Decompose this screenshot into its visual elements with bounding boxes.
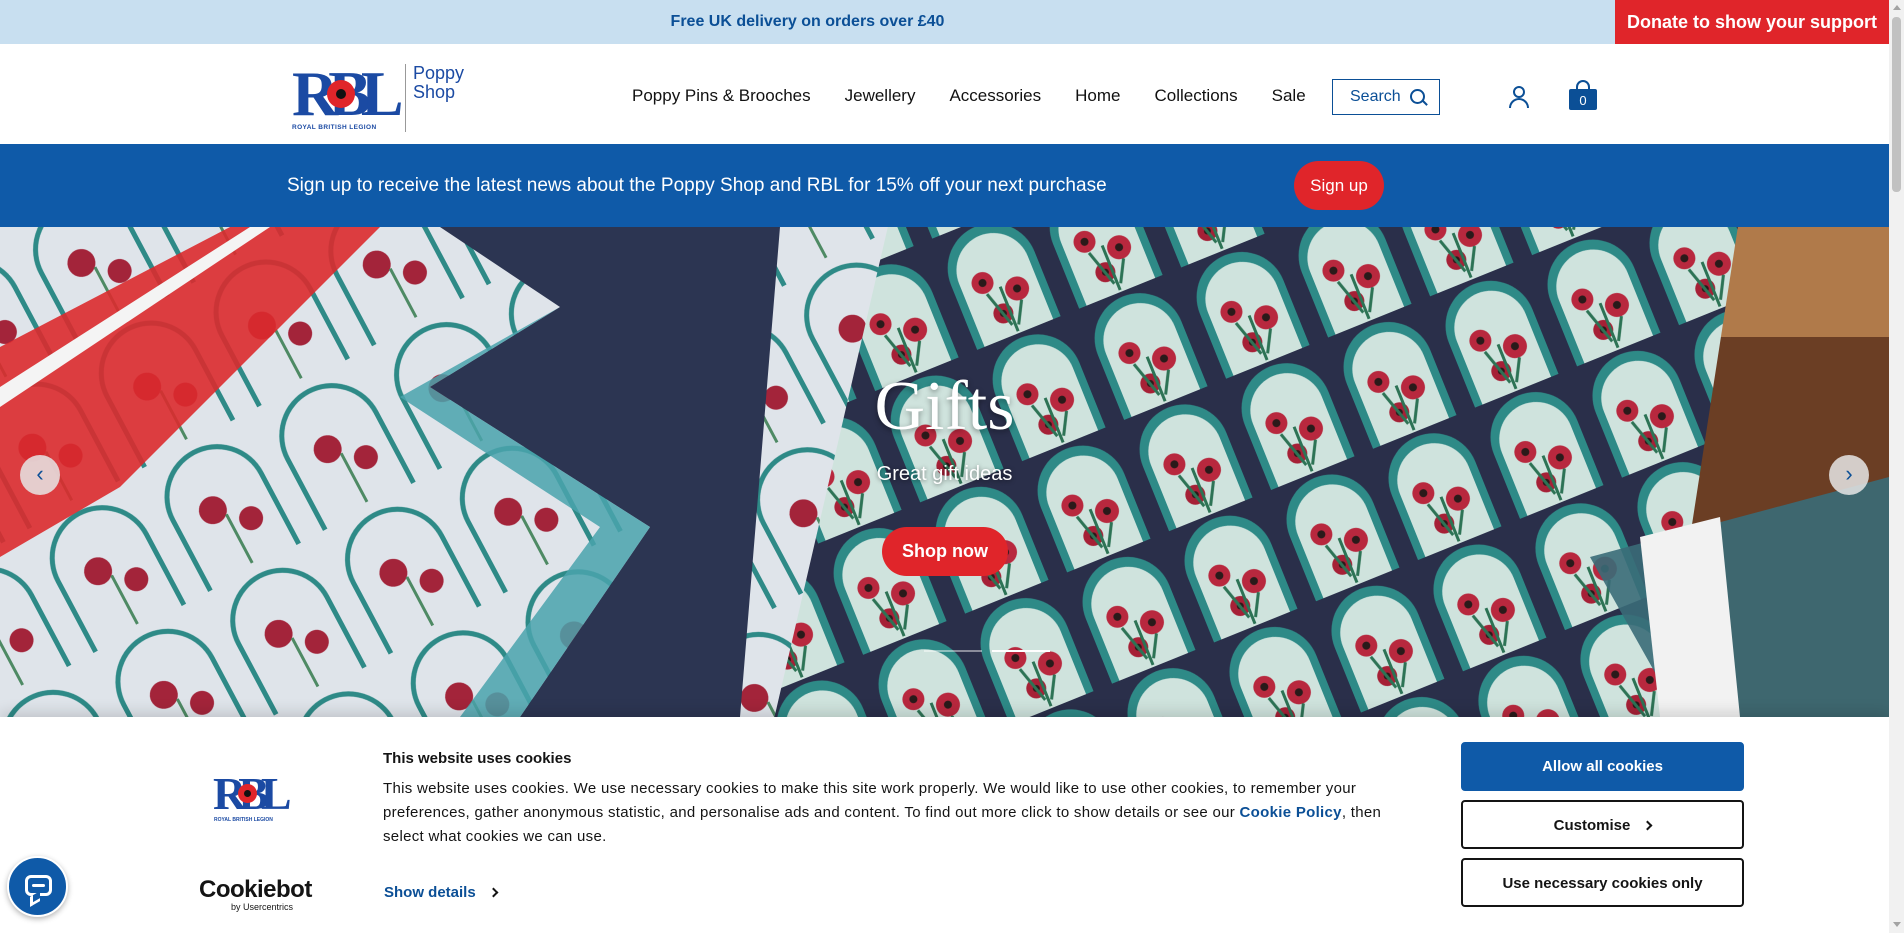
shop-name: Poppy Shop [413,63,465,102]
rbl-cookie-logo: RBL ROYAL BRITISH LEGION [213,771,292,825]
hero-subtitle: Great gift ideas [876,463,1013,485]
carousel-indicators [924,650,1050,652]
site-header: RBL ROYAL BRITISH LEGION Poppy Shop Popp… [0,44,1889,144]
shopping-bag-icon[interactable]: 0 [1569,80,1597,110]
nav-collections[interactable]: Collections [1154,86,1237,106]
carousel-dot-1[interactable] [924,650,982,652]
search-button[interactable]: Search [1332,79,1440,115]
carousel-dot-2[interactable] [992,650,1050,652]
necessary-cookies-only-button[interactable]: Use necessary cookies only [1461,858,1744,907]
cookiebot-logo: Cookiebot by Usercentrics [199,876,312,913]
top-promo-bar: Free UK delivery on orders over £40 Dona… [0,0,1889,44]
hero-title: Gifts [874,368,1015,445]
search-icon [1410,89,1425,104]
user-icon[interactable] [1508,86,1530,110]
poppy-icon [327,80,355,108]
cookie-policy-link[interactable]: Cookie Policy [1240,804,1342,821]
cookie-consent-banner: RBL ROYAL BRITISH LEGION Cookiebot by Us… [0,717,1889,933]
search-label: Search [1350,88,1401,105]
customise-cookies-button[interactable]: Customise [1461,800,1744,849]
rbl-logo-subtitle: ROYAL BRITISH LEGION [292,124,377,131]
nav-poppy-pins-brooches[interactable]: Poppy Pins & Brooches [632,86,811,106]
newsletter-signup-bar: Sign up to receive the latest news about… [0,144,1889,227]
scroll-up-arrow-icon[interactable] [1893,5,1901,10]
scrollbar-thumb[interactable] [1892,17,1901,192]
free-delivery-message: Free UK delivery on orders over £40 [670,13,945,30]
hero-carousel: ‹ › Gifts Great gift ideas Shop now [0,227,1889,717]
allow-all-cookies-button[interactable]: Allow all cookies [1461,742,1744,791]
shop-now-button[interactable]: Shop now [882,527,1008,576]
nav-jewellery[interactable]: Jewellery [845,86,916,106]
poppy-shop-logo[interactable]: RBL ROYAL BRITISH LEGION Poppy Shop [292,62,472,136]
main-nav: Poppy Pins & Brooches Jewellery Accessor… [632,86,1340,106]
cookie-title: This website uses cookies [383,750,572,767]
nav-home[interactable]: Home [1075,86,1120,106]
poppy-icon [238,784,257,803]
show-details-link[interactable]: Show details [384,884,499,901]
donate-button[interactable]: Donate to show your support [1615,0,1889,44]
chevron-right-icon [1642,820,1653,831]
scroll-down-arrow-icon[interactable] [1893,922,1901,927]
sign-up-button[interactable]: Sign up [1294,161,1384,210]
nav-sale[interactable]: Sale [1272,86,1306,106]
logo-divider [405,64,406,132]
signup-message: Sign up to receive the latest news about… [287,175,1107,196]
nav-accessories[interactable]: Accessories [949,86,1041,106]
chat-bubble-icon[interactable] [7,856,68,917]
cart-count: 0 [1569,89,1597,110]
chevron-right-icon [488,887,499,898]
page-scrollbar[interactable] [1889,0,1904,933]
cookie-description: This website uses cookies. We use necess… [383,780,1382,845]
